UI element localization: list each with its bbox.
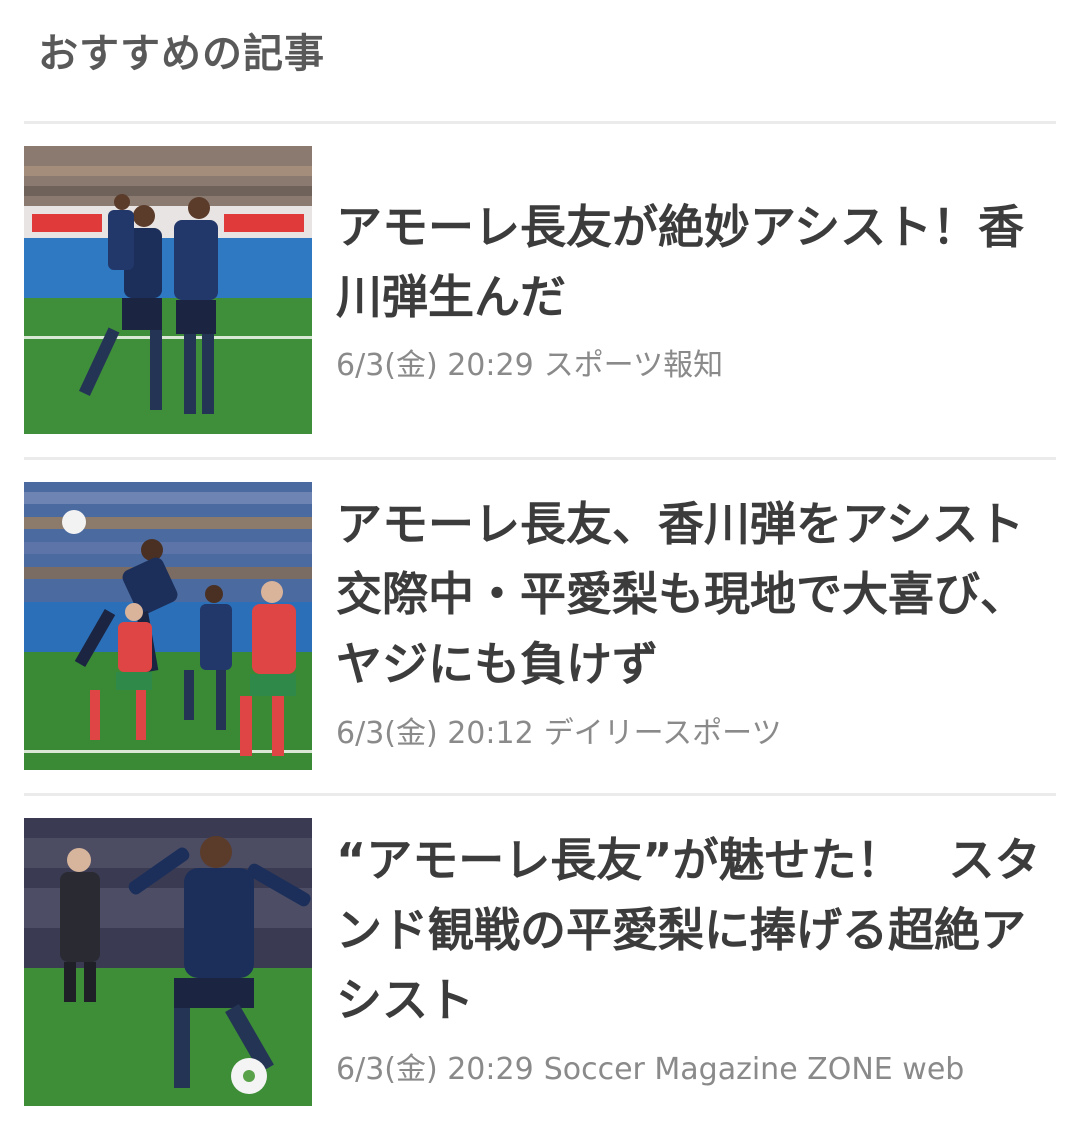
article-date: 6/3(金) 20:29 (336, 348, 534, 383)
article-meta: 6/3(金) 20:12 デイリースポーツ (336, 714, 782, 754)
section-title: おすすめの記事 (38, 31, 325, 77)
article-title[interactable]: アモーレ長友、香川弾をアシスト 交際中・平愛梨も現地で大喜び、ヤジにも負けず (336, 489, 1070, 699)
article-meta: 6/3(金) 20:29 スポーツ報知 (336, 346, 723, 386)
article-date: 6/3(金) 20:12 (336, 716, 534, 751)
article-item[interactable]: “アモーレ長友”が魅せた！ スタンド観戦の平愛梨に捧げる超絶アシスト 6/3(金… (24, 818, 1056, 1106)
divider (24, 457, 1056, 460)
article-thumbnail (24, 818, 312, 1106)
article-title[interactable]: “アモーレ長友”が魅せた！ スタンド観戦の平愛梨に捧げる超絶アシスト (336, 825, 1058, 1035)
divider (24, 793, 1056, 796)
article-item[interactable]: アモーレ長友、香川弾をアシスト 交際中・平愛梨も現地で大喜び、ヤジにも負けず 6… (24, 482, 1070, 770)
article-title[interactable]: アモーレ長友が絶妙アシスト！香川弾生んだ (336, 192, 1058, 332)
article-source: スポーツ報知 (543, 348, 724, 383)
article-meta: 6/3(金) 20:29 Soccer Magazine ZONE web (336, 1050, 964, 1090)
article-thumbnail (24, 482, 312, 770)
article-source: Soccer Magazine ZONE web (543, 1052, 965, 1087)
article-item[interactable]: アモーレ長友が絶妙アシスト！香川弾生んだ 6/3(金) 20:29 スポーツ報知 (24, 146, 1056, 434)
divider (24, 121, 1056, 124)
article-date: 6/3(金) 20:29 (336, 1052, 534, 1087)
article-thumbnail (24, 146, 312, 434)
article-source: デイリースポーツ (543, 716, 782, 751)
